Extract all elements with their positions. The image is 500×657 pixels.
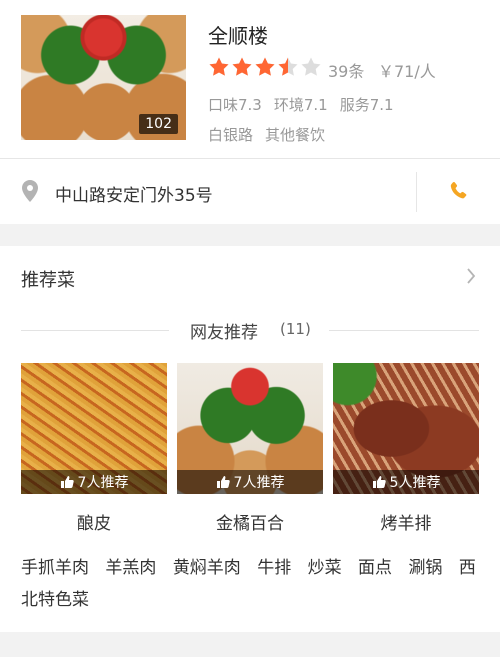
address-row[interactable]: 中山路安定门外35号 bbox=[0, 159, 500, 224]
dish-tag[interactable]: 牛排 bbox=[257, 558, 291, 578]
thumbs-up-icon bbox=[372, 476, 386, 488]
map-pin-icon bbox=[22, 180, 38, 202]
rating-stars bbox=[208, 56, 323, 78]
phone-icon[interactable] bbox=[447, 179, 469, 203]
recommend-count-badge: 5人推荐 bbox=[333, 470, 479, 494]
restaurant-photo[interactable]: 102 bbox=[21, 15, 186, 140]
review-count: 39条 bbox=[328, 62, 365, 81]
dish-tag[interactable]: 羊羔肉 bbox=[105, 558, 156, 578]
section-gap bbox=[0, 632, 500, 657]
recommended-dishes-title: 推荐菜 bbox=[21, 270, 75, 291]
restaurant-name: 全顺楼 bbox=[208, 24, 268, 48]
netizen-recommend-heading: 网友推荐 (11) bbox=[0, 318, 500, 344]
netizen-recommend-count: (11) bbox=[280, 320, 311, 338]
address-text: 中山路安定门外35号 bbox=[55, 186, 213, 206]
star-icon bbox=[278, 57, 298, 76]
netizen-recommend-label: 网友推荐 bbox=[190, 323, 258, 343]
dish-tag[interactable]: 黄焖羊肉 bbox=[173, 558, 241, 578]
thumbs-up-icon bbox=[60, 476, 74, 488]
dish-card[interactable]: 7人推荐 金橘百合 bbox=[177, 363, 323, 534]
recommend-count-text: 5人推荐 bbox=[389, 475, 441, 491]
service-score: 服务7.1 bbox=[339, 96, 394, 114]
thumbs-up-icon bbox=[216, 476, 230, 488]
section-gap bbox=[0, 224, 500, 246]
category-tags: 白银路 其他餐饮 bbox=[208, 124, 325, 145]
star-icon bbox=[232, 57, 252, 76]
heading-line-right bbox=[329, 330, 479, 331]
dish-card[interactable]: 5人推荐 烤羊排 bbox=[333, 363, 479, 534]
vertical-divider bbox=[416, 172, 417, 212]
recommend-count-badge: 7人推荐 bbox=[177, 470, 323, 494]
star-icon bbox=[209, 57, 229, 76]
dish-photo[interactable]: 7人推荐 bbox=[177, 363, 323, 494]
area-tag: 白银路 bbox=[208, 126, 254, 144]
environment-score: 环境7.1 bbox=[273, 96, 328, 114]
score-list: 口味7.3 环境7.1 服务7.1 bbox=[208, 94, 394, 115]
heading-line-left bbox=[21, 330, 169, 331]
dish-photo[interactable]: 7人推荐 bbox=[21, 363, 167, 494]
more-dishes-list: 手抓羊肉 羊羔肉 黄焖羊肉 牛排 炒菜 面点 涮锅 西北特色菜 bbox=[21, 552, 481, 616]
average-price: ￥71/人 bbox=[378, 62, 436, 81]
photo-count-badge: 102 bbox=[139, 114, 178, 134]
restaurant-header[interactable]: 102 全顺楼 39条 ￥71/人 口味7.3 环境7.1 服务7.1 白银路 … bbox=[0, 0, 500, 158]
recommended-dishes-header[interactable]: 推荐菜 bbox=[0, 246, 500, 302]
dish-tag[interactable]: 炒菜 bbox=[308, 558, 342, 578]
dish-tag[interactable]: 面点 bbox=[358, 558, 392, 578]
star-icon bbox=[301, 57, 321, 76]
recommend-count-text: 7人推荐 bbox=[233, 475, 285, 491]
dish-name: 酿皮 bbox=[77, 514, 111, 534]
recommend-count-text: 7人推荐 bbox=[77, 475, 129, 491]
taste-score: 口味7.3 bbox=[208, 96, 262, 114]
dish-tag[interactable]: 手抓羊肉 bbox=[21, 558, 89, 578]
star-icon bbox=[255, 57, 275, 76]
chevron-right-icon bbox=[467, 268, 476, 284]
dish-name: 金橘百合 bbox=[216, 514, 284, 534]
cuisine-tag: 其他餐饮 bbox=[265, 126, 326, 144]
dish-tag[interactable]: 涮锅 bbox=[408, 558, 442, 578]
dish-card[interactable]: 7人推荐 酿皮 bbox=[21, 363, 167, 534]
dish-photo[interactable]: 5人推荐 bbox=[333, 363, 479, 494]
recommend-count-badge: 7人推荐 bbox=[21, 470, 167, 494]
dish-name: 烤羊排 bbox=[380, 514, 432, 534]
